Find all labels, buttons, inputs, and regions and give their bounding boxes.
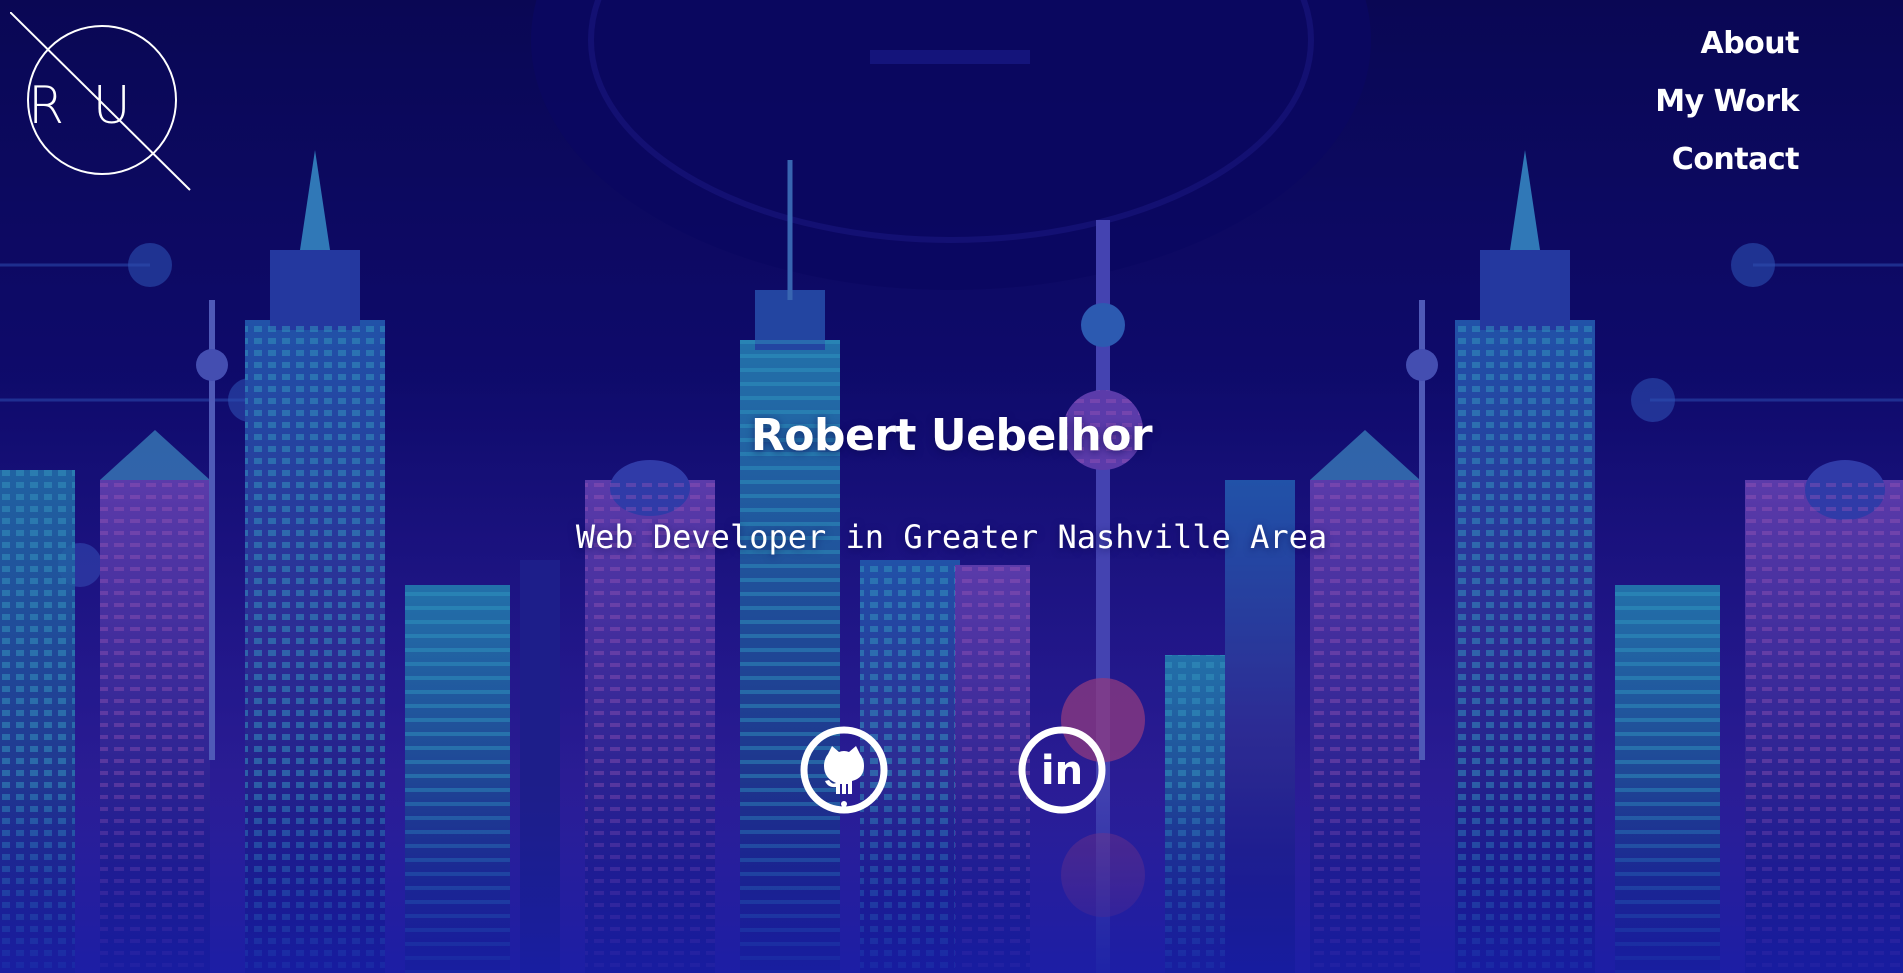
github-icon: [800, 726, 888, 814]
nav-my-work-link[interactable]: My Work: [1655, 73, 1799, 131]
linkedin-link[interactable]: in: [1016, 724, 1108, 816]
nav-contact-link[interactable]: Contact: [1672, 131, 1800, 189]
city-skyline-background: [0, 0, 1903, 973]
hero-name: Robert Uebelhor: [750, 410, 1153, 461]
linkedin-icon: in: [1018, 726, 1106, 814]
github-link[interactable]: [798, 724, 890, 816]
hero-tagline: Web Developer in Greater Nashville Area: [575, 518, 1328, 556]
main-navigation: About My Work Contact: [1655, 15, 1799, 189]
linkedin-icon-text: in: [1041, 748, 1083, 794]
nav-about-link[interactable]: About: [1700, 15, 1799, 73]
logo-initials: R U: [28, 76, 137, 136]
